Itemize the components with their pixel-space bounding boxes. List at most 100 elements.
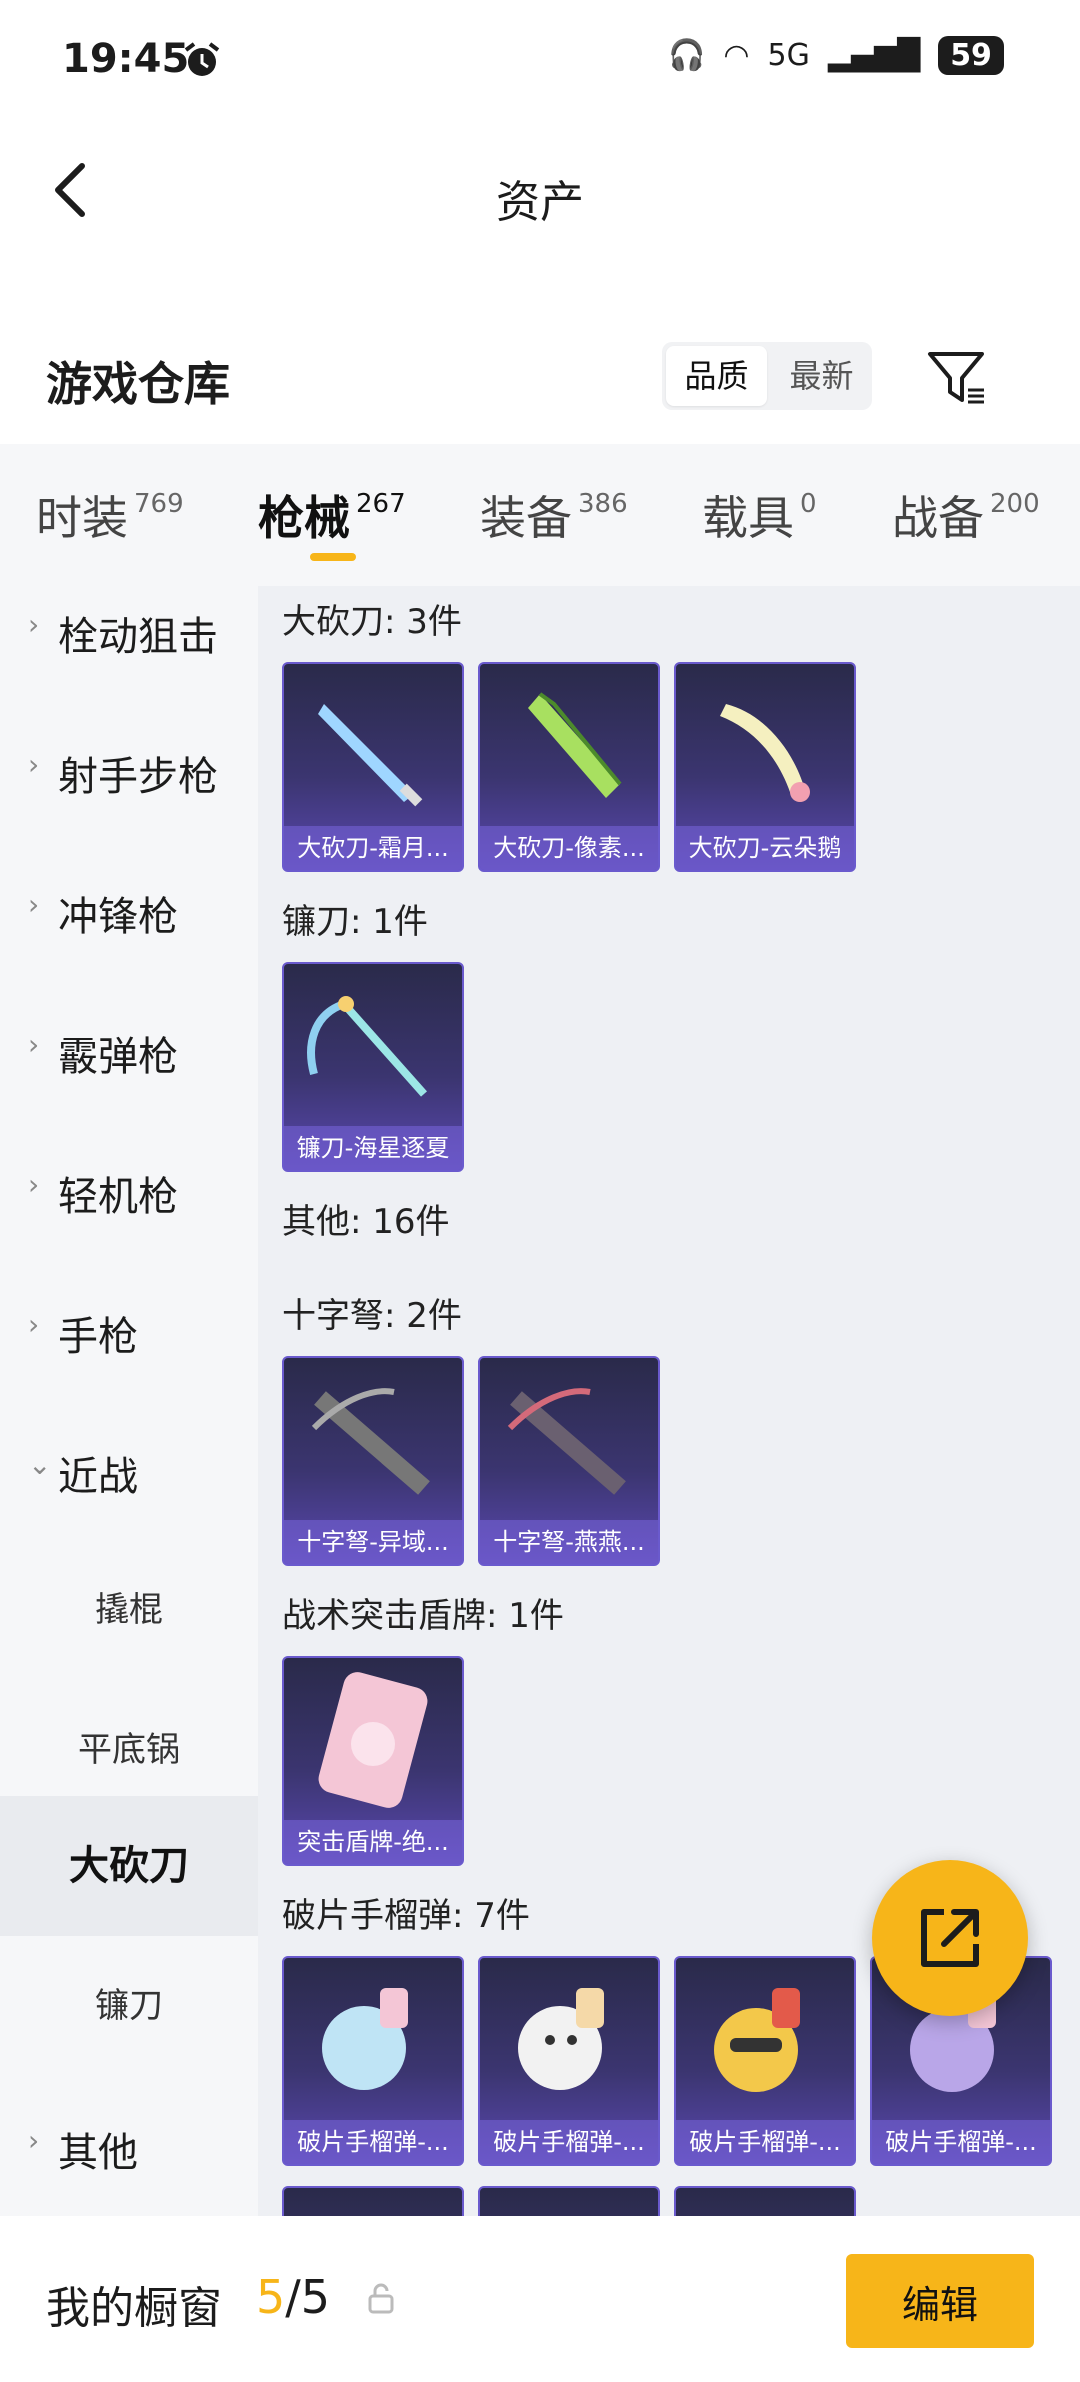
chevron-right-icon: ›	[28, 888, 40, 921]
page-title: 资产	[496, 177, 584, 228]
tab-label: 载具	[702, 491, 794, 545]
edit-button[interactable]: 编辑	[846, 2254, 1034, 2348]
status-time: 19:45	[62, 36, 190, 82]
sidebar-item-label: 霰弹枪	[58, 1034, 178, 1080]
chevron-right-icon: ›	[28, 1028, 40, 1061]
sort-quality[interactable]: 品质	[666, 346, 767, 406]
sidebar-item-lmg[interactable]: › 轻机枪	[0, 1120, 258, 1260]
item-card[interactable]: 大砍刀-霜月...	[282, 662, 464, 872]
item-name: 破片手榴弹-...	[480, 2120, 658, 2164]
item-name: 破片手榴弹-...	[872, 2120, 1050, 2164]
sidebar-item-marksman[interactable]: › 射手步枪	[0, 700, 258, 840]
item-name: 破片手榴弹-...	[676, 2120, 854, 2164]
headphone-icon: 🎧	[668, 38, 706, 73]
sidebar-item-other[interactable]: › 其他	[0, 2076, 258, 2216]
share-fab[interactable]	[872, 1860, 1028, 2016]
showcase-count: 5/5	[256, 2270, 330, 2324]
sidebar-item-label: 射手步枪	[58, 754, 218, 800]
item-card[interactable]: 破片手榴弹-...	[282, 1956, 464, 2166]
sidebar-item-bolt-sniper[interactable]: › 栓动狙击	[0, 586, 258, 700]
chevron-right-icon: ›	[28, 748, 40, 781]
item-card[interactable]: 破片手榴弹-...	[674, 1956, 856, 2166]
item-name: 破片手榴弹-...	[284, 2120, 462, 2164]
sidebar-item-pistol[interactable]: › 手枪	[0, 1260, 258, 1400]
chevron-right-icon: ›	[28, 1168, 40, 1201]
weapon-type-sidebar: › 栓动狙击 › 射手步枪 › 冲锋枪 › 霰弹枪 › 轻机枪 › 手枪 ⌄ 近战 撬棍 平底…	[0, 586, 258, 2216]
tab-count: 0	[800, 489, 817, 519]
sidebar-item-melee[interactable]: ⌄ 近战	[0, 1400, 258, 1540]
tab-count: 769	[134, 489, 184, 519]
item-name: 十字弩-异域...	[284, 1520, 462, 1564]
group-label-crossbow: 十字弩: 2件	[282, 1296, 462, 1336]
external-link-icon	[921, 1909, 979, 1967]
item-name: 镰刀-海星逐夏	[284, 1126, 462, 1170]
status-icons: 🎧 ◠ 5G ▂▄▆█ 59	[668, 36, 1004, 75]
tab-firearms[interactable]: 枪械 267	[258, 482, 406, 548]
crossbow-icon	[311, 1388, 430, 1495]
item-name: 大砍刀-霜月...	[284, 826, 462, 870]
crossbow-icon	[507, 1388, 626, 1495]
tab-label: 枪械	[258, 491, 350, 545]
item-card[interactable]: 破片手榴弹-...	[478, 1956, 660, 2166]
group-label-shield: 战术突击盾牌: 1件	[282, 1596, 564, 1636]
item-card[interactable]: 十字弩-异域...	[282, 1356, 464, 1566]
sort-toggle: 品质 最新	[662, 342, 872, 410]
showcase-current: 5	[256, 2270, 286, 2324]
tab-count: 267	[356, 489, 406, 519]
item-card[interactable]: 大砍刀-像素...	[478, 662, 660, 872]
active-tab-indicator	[310, 553, 356, 561]
sidebar-item-label: 冲锋枪	[58, 894, 178, 940]
item-card[interactable]: 十字弩-燕燕...	[478, 1356, 660, 1566]
showcase-label: 我的橱窗	[46, 2283, 222, 2334]
sidebar-item-label: 其他	[58, 2130, 138, 2176]
status-bar: 19:45 🎧 ◠ 5G ▂▄▆█ 59	[0, 0, 1080, 120]
item-card[interactable]: 镰刀-海星逐夏	[282, 962, 464, 1172]
item-card[interactable]	[478, 2186, 660, 2216]
sidebar-item-smg[interactable]: › 冲锋枪	[0, 840, 258, 980]
tab-label: 战备	[892, 491, 984, 545]
signal-icon: ▂▄▆█	[827, 38, 921, 73]
showcase-total: /5	[285, 2270, 331, 2324]
shield-icon	[318, 1672, 428, 1808]
chevron-right-icon: ›	[28, 2124, 40, 2157]
item-card[interactable]: 大砍刀-云朵鹅	[674, 662, 856, 872]
sort-newest[interactable]: 最新	[771, 342, 872, 410]
group-label-machete: 大砍刀: 3件	[282, 602, 462, 642]
tab-label: 时装	[36, 491, 128, 545]
alarm-icon	[184, 42, 220, 76]
tab-count: 386	[578, 489, 628, 519]
grenade-icon	[322, 1988, 408, 2090]
sidebar-subitem-crowbar[interactable]: 撬棍	[0, 1540, 258, 1680]
item-card[interactable]	[674, 2186, 856, 2216]
showcase-bar: 我的橱窗 5/5 编辑	[0, 2216, 1080, 2382]
sidebar-item-label: 手枪	[58, 1314, 138, 1360]
sidebar-subitem-machete[interactable]: 大砍刀	[0, 1796, 258, 1936]
chevron-down-icon: ⌄	[28, 1448, 52, 1481]
group-label-sickle: 镰刀: 1件	[282, 902, 428, 942]
lock-icon	[368, 2283, 394, 2314]
tab-equipment[interactable]: 装备 386	[480, 482, 628, 548]
tab-fashion[interactable]: 时装 769	[36, 482, 184, 548]
filter-icon[interactable]	[924, 346, 988, 410]
network-label: 5G	[767, 38, 810, 73]
sidebar-item-label: 轻机枪	[58, 1174, 178, 1220]
chevron-right-icon: ›	[28, 1308, 40, 1341]
item-name: 大砍刀-像素...	[480, 826, 658, 870]
group-label-other: 其他: 16件	[282, 1202, 450, 1242]
chevron-right-icon: ›	[28, 608, 40, 641]
item-card[interactable]: 突击盾牌-绝...	[282, 1656, 464, 1866]
tab-supplies[interactable]: 战备 200	[892, 482, 1040, 548]
group-label-grenade: 破片手榴弹: 7件	[282, 1896, 530, 1936]
category-tabs: 时装 769 枪械 267 装备 386 载具 0 战备 200	[0, 444, 1080, 586]
warehouse-title: 游戏仓库	[46, 357, 230, 411]
grenade-icon	[518, 1988, 604, 2090]
item-name: 突击盾牌-绝...	[284, 1820, 462, 1864]
item-card[interactable]	[282, 2186, 464, 2216]
sidebar-subitem-sickle[interactable]: 镰刀	[0, 1936, 258, 2076]
tab-label: 装备	[480, 491, 572, 545]
sidebar-item-label: 近战	[58, 1454, 138, 1500]
item-name: 大砍刀-云朵鹅	[676, 826, 854, 870]
tab-vehicles[interactable]: 载具 0	[702, 482, 817, 548]
sidebar-item-shotgun[interactable]: › 霰弹枪	[0, 980, 258, 1120]
item-name: 十字弩-燕燕...	[480, 1520, 658, 1564]
